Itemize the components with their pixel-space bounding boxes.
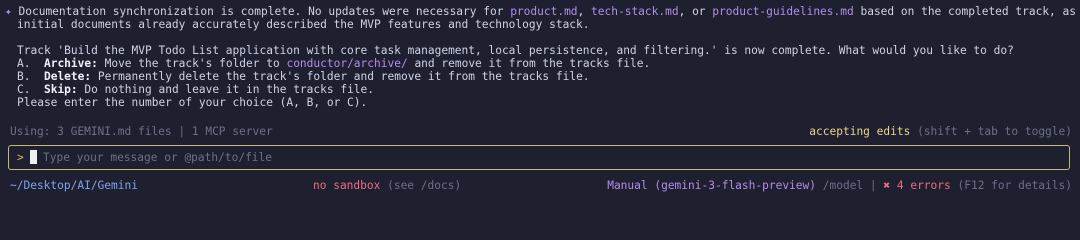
error-hint: (F12 for details) <box>950 179 1072 192</box>
option-name: Archive: <box>43 57 98 70</box>
edit-mode-indicator[interactable]: accepting edits (shift + tab to toggle) <box>809 125 1072 138</box>
status-divider: | <box>863 179 884 192</box>
working-directory: ~/Desktop/AI/Gemini <box>10 179 138 192</box>
option-archive: A. Archive: Move the track's folder to c… <box>17 57 650 70</box>
choice-prompt-text: Please enter the number of your choice (… <box>17 96 368 109</box>
sandbox-hint: (see /docs) <box>380 179 462 192</box>
option-text: Do nothing and leave it in the tracks fi… <box>77 83 375 96</box>
option-letter: A. <box>17 57 31 70</box>
context-bar: Using: 3 GEMINI.md files | 1 MCP server … <box>0 122 1080 142</box>
option-letter: B. <box>17 70 31 83</box>
track-complete-text: Track 'Build the MVP Todo List applicati… <box>17 44 1014 57</box>
option-text: and remove it from the tracks file. <box>407 57 651 70</box>
option-name: Delete: <box>43 70 92 83</box>
sync-text: Documentation synchronization is complet… <box>18 5 511 18</box>
option-letter: C. <box>17 83 31 96</box>
option-name: Skip: <box>43 83 78 96</box>
archive-path-link[interactable]: conductor/archive/ <box>286 57 407 70</box>
response-line-1: ✦ Documentation synchronization is compl… <box>5 5 1080 18</box>
prompt-chevron-icon: > <box>17 151 24 164</box>
model-name[interactable]: Manual (gemini-3-flash-preview) <box>607 179 816 192</box>
model-command: /model <box>816 179 864 192</box>
sandbox-label: no sandbox <box>313 179 381 192</box>
message-input-box[interactable]: > Type your message or @path/to/file <box>8 145 1070 170</box>
file-link-product-guidelines[interactable]: product-guidelines.md <box>712 5 853 18</box>
option-delete: B. Delete: Permanently delete the track'… <box>17 70 590 83</box>
file-link-tech-stack[interactable]: tech-stack.md <box>591 5 679 18</box>
sync-text-suffix: based on the completed track, as the <box>853 5 1080 18</box>
file-link-product[interactable]: product.md <box>510 5 577 18</box>
sandbox-status: no sandbox (see /docs) <box>313 179 461 192</box>
error-count[interactable]: ✖ 4 errors <box>883 179 950 192</box>
separator: , <box>577 5 592 18</box>
context-summary: Using: 3 GEMINI.md files | 1 MCP server <box>10 125 273 138</box>
edit-mode-label: accepting edits <box>809 125 911 138</box>
option-skip: C. Skip: Do nothing and leave it in the … <box>17 83 374 96</box>
option-text: Permanently delete the track's folder an… <box>91 70 590 83</box>
message-input[interactable]: Type your message or @path/to/file <box>43 151 272 164</box>
text-cursor <box>30 150 37 164</box>
model-error-status: Manual (gemini-3-flash-preview) /model |… <box>607 179 1072 192</box>
response-line-2: initial documents already accurately des… <box>17 18 590 31</box>
option-text: Move the track's folder to <box>97 57 287 70</box>
gemini-sparkle-icon: ✦ <box>5 5 12 18</box>
status-bar: ~/Desktop/AI/Gemini no sandbox (see /doc… <box>0 177 1080 195</box>
edit-mode-hint: (shift + tab to toggle) <box>910 125 1072 138</box>
separator: , or <box>678 5 713 18</box>
